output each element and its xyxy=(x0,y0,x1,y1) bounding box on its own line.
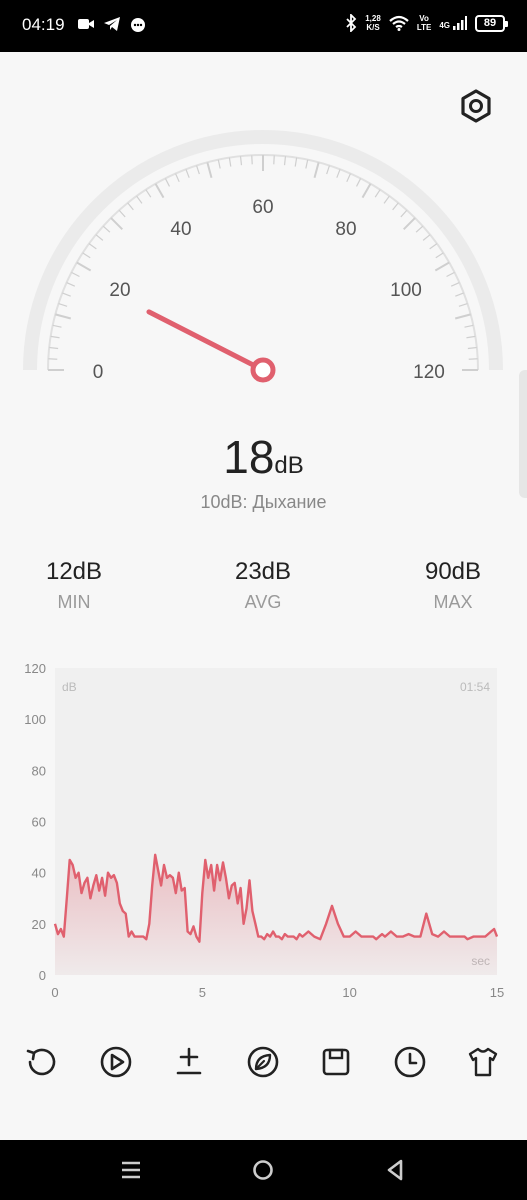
chart-x-tick-label: 10 xyxy=(342,985,356,1000)
battery-level: 89 xyxy=(483,16,497,29)
gauge-label-100: 100 xyxy=(390,280,422,301)
network-speed: 1,28 K/S xyxy=(365,14,381,32)
current-db-value: 18 xyxy=(223,431,275,483)
leaf-icon xyxy=(247,1046,279,1078)
chat-bubble-icon xyxy=(131,18,145,32)
network-speed-unit: K/S xyxy=(366,23,380,32)
stat-avg: 23dB AVG xyxy=(203,558,323,613)
tshirt-icon xyxy=(468,1047,498,1077)
home-icon xyxy=(253,1160,273,1180)
chart-x-tick-label: 5 xyxy=(199,985,206,1000)
play-icon xyxy=(100,1046,132,1078)
system-icons: 1,28 K/S Vo LTE 4G 89 xyxy=(345,14,508,32)
system-navigation-bar xyxy=(0,1140,527,1200)
recent-apps-button[interactable] xyxy=(116,1155,146,1185)
db-history-chart: 020406080100120 051015 dB 01:54 sec xyxy=(24,661,504,1000)
network-speed-value: 1,28 xyxy=(365,14,381,23)
battery-indicator: 89 xyxy=(475,14,508,32)
min-label: MIN xyxy=(57,592,91,612)
chart-y-tick-label: 40 xyxy=(32,866,46,881)
stat-min: 12dB MIN xyxy=(14,558,134,613)
home-button[interactable] xyxy=(248,1155,278,1185)
chart-x-ticks: 0 5 10 15 xyxy=(51,985,504,1000)
gauge-pivot xyxy=(250,357,276,383)
chart-y-tick-label: 120 xyxy=(24,661,46,676)
chart-x-tick-label: 0 xyxy=(51,985,58,1000)
video-camera-icon xyxy=(78,19,94,29)
chart-y-tick-label: 20 xyxy=(32,917,46,932)
gauge-label-0: 0 xyxy=(93,362,104,383)
max-label: MAX xyxy=(433,592,473,612)
signal-icon xyxy=(453,16,467,30)
bottom-toolbar xyxy=(0,1040,527,1090)
back-button[interactable] xyxy=(380,1155,410,1185)
reset-button[interactable] xyxy=(20,1040,64,1084)
telegram-icon xyxy=(104,17,120,31)
signal-indicator: 4G xyxy=(439,16,467,30)
side-panel-handle[interactable] xyxy=(519,370,527,498)
current-reading: 18dB xyxy=(0,430,527,484)
history-button[interactable] xyxy=(388,1040,432,1084)
status-time: 04:19 xyxy=(22,15,65,34)
current-db-unit: dB xyxy=(274,452,304,479)
chart-y-ticks: 0 20 40 60 80 100 120 xyxy=(24,661,46,983)
chart-unit-label: dB xyxy=(62,680,77,694)
reading-description: 10dB: Дыхание xyxy=(200,492,327,512)
gauge-label-20: 20 xyxy=(109,280,130,301)
gauge-label-80: 80 xyxy=(335,219,356,240)
eco-button[interactable] xyxy=(241,1040,285,1084)
theme-button[interactable] xyxy=(461,1040,505,1084)
play-button[interactable] xyxy=(94,1040,138,1084)
clock-icon xyxy=(394,1046,426,1078)
max-value: 90dB xyxy=(424,558,482,585)
avg-label: AVG xyxy=(244,592,282,612)
calibrate-icon xyxy=(176,1047,202,1075)
chart-y-tick-label: 0 xyxy=(39,968,46,983)
chart-y-tick-label: 80 xyxy=(32,763,46,778)
sound-meter-gauge: 0 20 40 60 80 100 120 xyxy=(23,130,503,383)
volte-top: Vo xyxy=(419,14,429,23)
gauge-label-120: 120 xyxy=(413,362,445,383)
back-icon xyxy=(387,1159,403,1181)
chart-duration-label: 01:54 xyxy=(460,680,490,694)
min-value: 12dB xyxy=(45,558,103,585)
volte-bottom: LTE xyxy=(416,23,432,32)
notification-icons xyxy=(78,17,146,33)
save-button[interactable] xyxy=(314,1040,358,1084)
calibrate-button[interactable] xyxy=(167,1040,211,1084)
gauge-label-40: 40 xyxy=(170,219,191,240)
chart-y-tick-label: 60 xyxy=(32,815,46,830)
chart-y-tick-label: 100 xyxy=(24,712,46,727)
save-icon xyxy=(322,1048,350,1076)
bluetooth-icon xyxy=(346,14,357,32)
avg-value: 23dB xyxy=(234,558,292,585)
volte-indicator: Vo LTE xyxy=(417,14,432,32)
wifi-icon xyxy=(389,15,409,31)
reset-icon xyxy=(26,1048,56,1076)
chart-x-tick-label: 15 xyxy=(490,985,504,1000)
stat-max: 90dB MAX xyxy=(393,558,513,613)
gauge-label-60: 60 xyxy=(252,197,273,218)
network-generation: 4G xyxy=(439,21,450,30)
menu-icon xyxy=(122,1161,140,1179)
status-bar: 04:19 1,28 K/S Vo LTE 4G 89 xyxy=(0,0,527,52)
